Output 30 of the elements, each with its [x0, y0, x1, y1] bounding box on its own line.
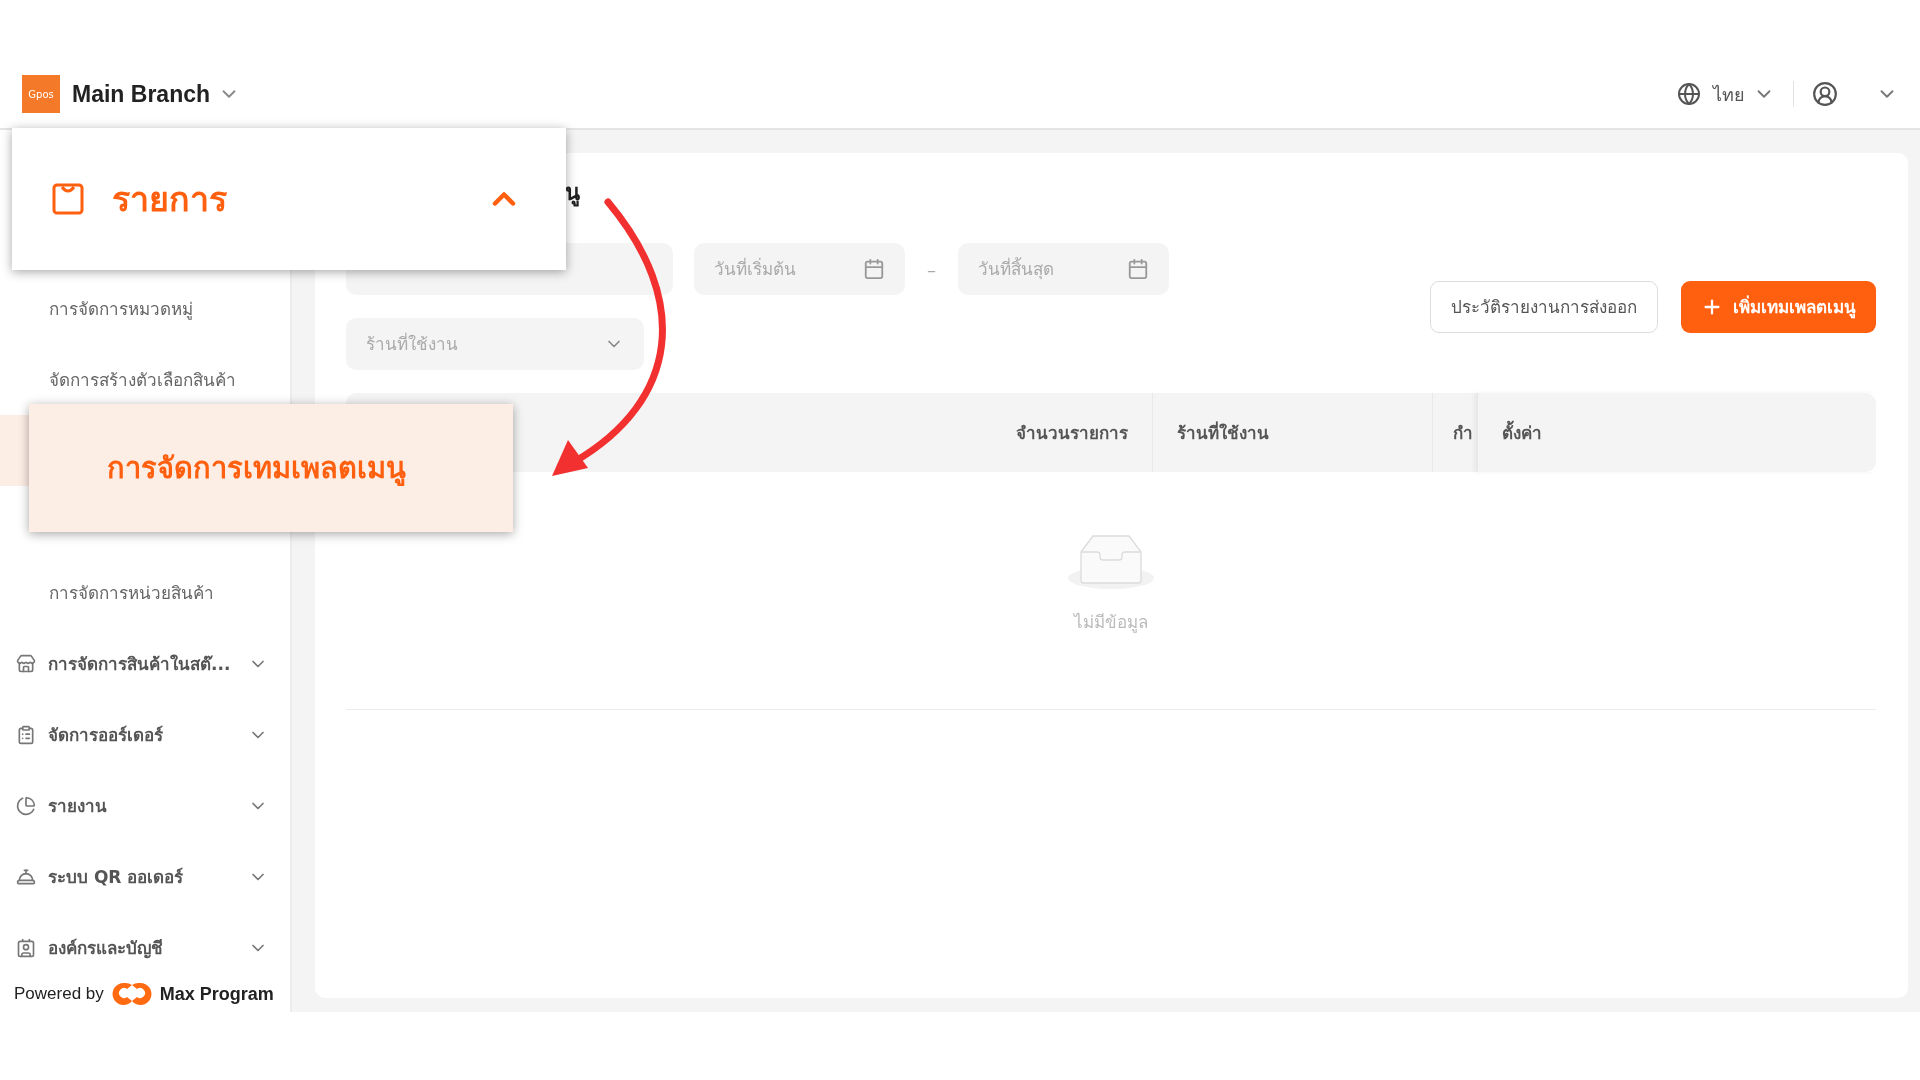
sidebar-group[interactable]: จัดการออร์เดอร์	[48, 721, 236, 748]
sidebar-group[interactable]: การจัดการสินค้าในสต๊...	[48, 650, 236, 677]
date-separator: –	[927, 258, 936, 280]
branch-name[interactable]: Main Branch	[72, 80, 211, 108]
date-field[interactable]: วันที่เริ่มต้น	[694, 243, 905, 295]
sidebar-item[interactable]: การจัดการหน่วยสินค้า	[0, 572, 290, 613]
column-header: กำ	[1453, 422, 1473, 445]
empty-inbox-icon	[1067, 534, 1155, 590]
bag-icon	[52, 183, 84, 215]
user-icon[interactable]	[1812, 81, 1838, 107]
powered-by-text: Powered by	[14, 984, 104, 1004]
column-header: ตั้งค่า	[1502, 419, 1542, 446]
globe-icon[interactable]	[1677, 82, 1701, 106]
brand-name: Max Program	[159, 983, 274, 1005]
date-field[interactable]: วันที่สิ้นสุด	[958, 243, 1169, 295]
sidebar-item[interactable]: จัดการสร้างตัวเลือกสินค้า	[0, 359, 290, 400]
export-history-button[interactable]: ประวัติรายงานการส่งออก	[1430, 280, 1658, 333]
calendar-icon	[863, 258, 885, 280]
shop-select[interactable]: ร้านที่ใช้งาน	[346, 318, 644, 370]
sidebar-group[interactable]: ระบบ QR ออเดอร์	[48, 863, 236, 890]
calendar-icon	[1127, 258, 1149, 280]
language-selector[interactable]: ไทย	[1713, 79, 1745, 109]
sidebar-group[interactable]: องค์กรและบัญชี	[48, 934, 236, 961]
sidebar-group[interactable]: รายงาน	[48, 792, 236, 819]
page-title: นู	[565, 179, 581, 209]
empty-text: ไม่มีข้อมูล	[1074, 611, 1148, 635]
column-header: ร้านที่ใช้งาน	[1177, 420, 1269, 445]
sidebar-item[interactable]: การจัดการหมวดหมู่	[0, 288, 290, 329]
logo: Gpos	[22, 75, 60, 113]
column-header: จำนวนรายการ	[1016, 422, 1128, 445]
